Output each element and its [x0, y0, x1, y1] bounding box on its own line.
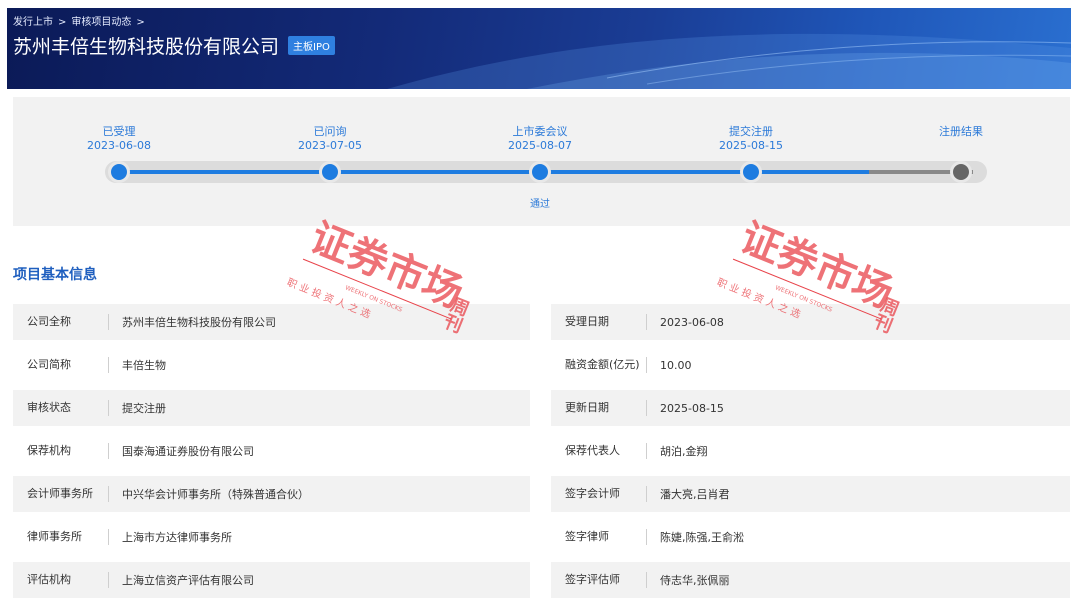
info-value: 中兴华会计师事务所（特殊普通合伙） — [122, 488, 309, 501]
breadcrumb: 发行上市 > 审核项目动态 > — [13, 13, 150, 28]
info-row-review-status: 审核状态 提交注册 — [13, 390, 530, 426]
info-label: 公司全称 — [13, 314, 109, 330]
section-title-basic-info: 项目基本信息 — [13, 267, 97, 283]
info-label: 签字会计师 — [551, 486, 647, 502]
info-label: 保荐代表人 — [551, 443, 647, 459]
progress-dot-inquired — [319, 161, 341, 183]
info-label: 保荐机构 — [13, 443, 109, 459]
breadcrumb-separator: > — [136, 17, 145, 28]
progress-step-registration-submitted: 提交注册 2025-08-15 — [719, 125, 783, 152]
info-row-signing-accountants: 签字会计师 潘大亮,吕肖君 — [551, 476, 1070, 512]
info-value: 胡泊,金翔 — [660, 445, 708, 458]
info-label: 受理日期 — [551, 314, 647, 330]
page-title: 苏州丰倍生物科技股份有限公司 — [13, 36, 280, 58]
info-row-law-firm: 律师事务所 上海市方达律师事务所 — [13, 519, 530, 555]
watermark-main-text: 证券市场 — [734, 215, 900, 318]
info-label: 更新日期 — [551, 400, 647, 416]
info-value: 苏州丰倍生物科技股份有限公司 — [122, 316, 276, 329]
info-value: 侍志华,张佩丽 — [660, 574, 730, 587]
info-row-signing-lawyers: 签字律师 陈婕,陈强,王俞淞 — [551, 519, 1070, 555]
info-label: 融资金额(亿元) — [551, 357, 647, 373]
info-value: 提交注册 — [122, 402, 166, 415]
progress-step-accepted: 已受理 2023-06-08 — [87, 125, 151, 152]
info-row-sponsor: 保荐机构 国泰海通证券股份有限公司 — [13, 433, 530, 469]
info-row-company-short-name: 公司简称 丰倍生物 — [13, 347, 530, 383]
progress-dot-registration-result — [950, 161, 972, 183]
info-value: 上海立信资产评估有限公司 — [122, 574, 254, 587]
info-value: 2025-08-15 — [660, 401, 724, 415]
watermark-main-text: 证券市场 — [304, 215, 470, 318]
info-value: 上海市方达律师事务所 — [122, 531, 232, 544]
info-value: 丰倍生物 — [122, 359, 166, 372]
committee-result-label: 通过 — [530, 199, 550, 210]
info-label: 评估机构 — [13, 572, 109, 588]
progress-step-committee: 上市委会议 2025-08-07 — [508, 125, 572, 152]
progress-dot-accepted — [108, 161, 130, 183]
info-label: 签字律师 — [551, 529, 647, 545]
board-type-badge: 主板IPO — [288, 36, 335, 55]
breadcrumb-separator: > — [58, 17, 67, 28]
page-header: 发行上市 > 审核项目动态 > 苏州丰倍生物科技股份有限公司 主板IPO — [7, 8, 1071, 89]
progress-dot-committee — [529, 161, 551, 183]
info-row-signing-appraisers: 签字评估师 侍志华,张佩丽 — [551, 562, 1070, 598]
info-row-appraisal-firm: 评估机构 上海立信资产评估有限公司 — [13, 562, 530, 598]
info-value: 国泰海通证券股份有限公司 — [122, 445, 254, 458]
info-row-accounting-firm: 会计师事务所 中兴华会计师事务所（特殊普通合伙） — [13, 476, 530, 512]
progress-dot-registration-submitted — [740, 161, 762, 183]
info-row-accept-date: 受理日期 2023-06-08 — [551, 304, 1070, 340]
info-label: 律师事务所 — [13, 529, 109, 545]
info-label: 签字评估师 — [551, 572, 647, 588]
info-label: 审核状态 — [13, 400, 109, 416]
breadcrumb-item-listing[interactable]: 发行上市 — [13, 17, 53, 28]
review-progress-panel: 已受理 2023-06-08 已问询 2023-07-05 上市委会议 2025… — [13, 97, 1070, 226]
info-row-company-full-name: 公司全称 苏州丰倍生物科技股份有限公司 — [13, 304, 530, 340]
info-label: 公司简称 — [13, 357, 109, 373]
info-row-update-date: 更新日期 2025-08-15 — [551, 390, 1070, 426]
breadcrumb-item-review-dynamics[interactable]: 审核项目动态 — [71, 17, 131, 28]
info-value: 10.00 — [660, 358, 692, 372]
info-value: 2023-06-08 — [660, 315, 724, 329]
progress-step-inquired: 已问询 2023-07-05 — [298, 125, 362, 152]
info-value: 潘大亮,吕肖君 — [660, 488, 730, 501]
info-row-sponsor-representatives: 保荐代表人 胡泊,金翔 — [551, 433, 1070, 469]
progress-step-registration-result: 注册结果 — [939, 125, 983, 138]
info-label: 会计师事务所 — [13, 486, 109, 502]
info-row-financing-amount: 融资金额(亿元) 10.00 — [551, 347, 1070, 383]
info-value: 陈婕,陈强,王俞淞 — [660, 531, 744, 544]
